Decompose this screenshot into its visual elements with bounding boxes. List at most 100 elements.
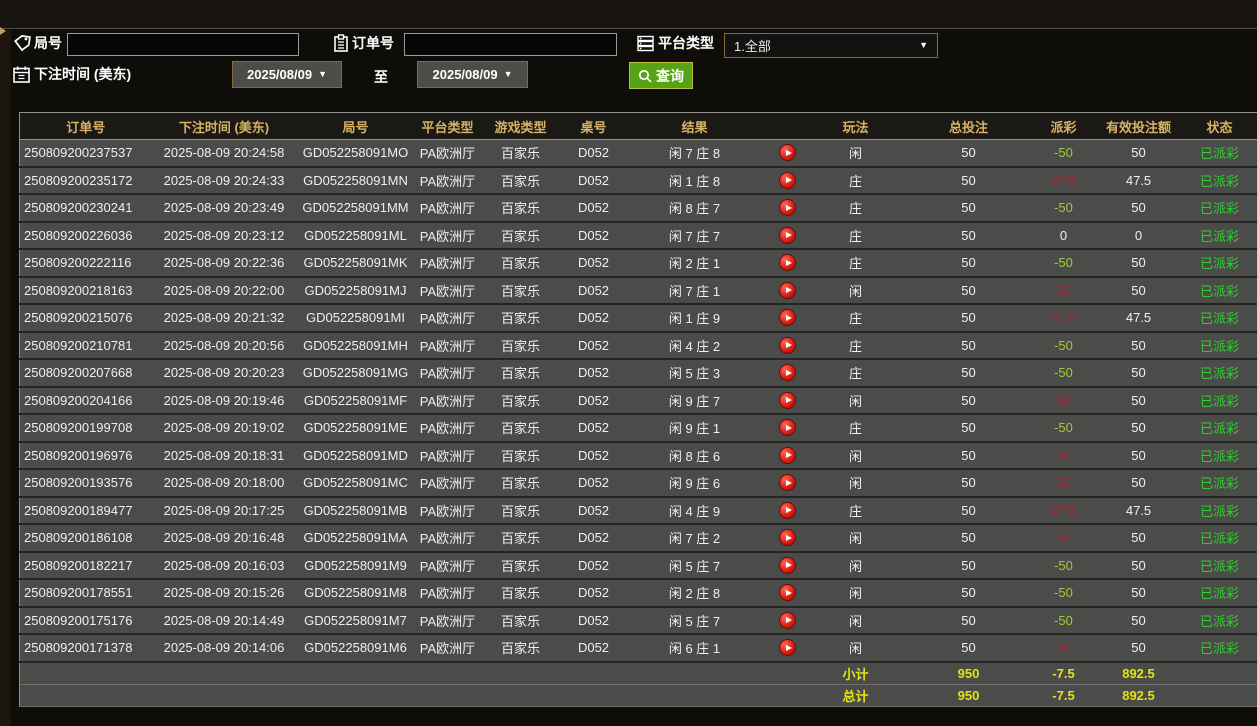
play-video-icon[interactable] xyxy=(780,145,795,161)
cell-status: 已派彩 xyxy=(1188,606,1251,635)
date-from-select[interactable]: 2025/08/09 ▼ xyxy=(232,61,342,88)
cell-valid: 47.5 xyxy=(1088,304,1189,333)
cell-order: 250809200235172 xyxy=(19,166,152,195)
order-filter-label: 订单号 xyxy=(352,35,394,51)
table-row: 250809200186108 2025-08-09 20:16:48 GD0522… xyxy=(19,524,1257,553)
cell-status: 已派彩 xyxy=(1188,331,1251,360)
chevron-down-icon: ▼ xyxy=(919,40,928,50)
cell-game: 百家乐 xyxy=(480,359,561,388)
table-row: 250809200175176 2025-08-09 20:14:49 GD0522… xyxy=(19,606,1257,635)
cell-total: 50 xyxy=(898,386,1039,415)
cell-extra xyxy=(1250,276,1257,305)
play-video-icon[interactable] xyxy=(780,200,795,216)
cell-valid: 50 xyxy=(1088,331,1189,360)
cell-valid: 50 xyxy=(1088,579,1189,608)
date-from-value: 2025/08/09 xyxy=(247,67,313,82)
cell-platform: PA欧洲厅 xyxy=(414,331,481,360)
cell-order: 250809200218163 xyxy=(19,276,152,305)
cell-table: D052 xyxy=(560,386,627,415)
table-row: 250809200193576 2025-08-09 20:18:00 GD0522… xyxy=(19,469,1257,498)
panel-collapse-arrow[interactable] xyxy=(0,23,6,39)
cell-platform: PA欧洲厅 xyxy=(414,414,481,443)
play-video-icon[interactable] xyxy=(780,227,795,243)
cell-valid: 50 xyxy=(1088,441,1189,470)
cell-bet: 庄 xyxy=(812,496,899,525)
cell-valid: 50 xyxy=(1088,249,1189,278)
cell-game: 百家乐 xyxy=(480,469,561,498)
cell-payout: -50 xyxy=(1038,249,1089,278)
cell-time: 2025-08-09 20:23:49 xyxy=(151,194,297,223)
play-video-icon[interactable] xyxy=(780,310,795,326)
cell-time: 2025-08-09 20:19:46 xyxy=(151,386,297,415)
cell-play xyxy=(762,634,813,663)
cell-game: 百家乐 xyxy=(480,249,561,278)
play-video-icon[interactable] xyxy=(780,172,795,188)
platform-select[interactable]: 1.全部 ▼ xyxy=(724,33,938,58)
cell-round: GD052258091MI xyxy=(296,304,415,333)
subtotal-valid-bet: 892.5 xyxy=(1088,661,1189,685)
subtotal-payout: -7.5 xyxy=(1038,661,1089,685)
table-row: 250809200230241 2025-08-09 20:23:49 GD0522… xyxy=(19,194,1257,223)
date-to-select[interactable]: 2025/08/09 ▼ xyxy=(417,61,528,88)
cell-valid: 50 xyxy=(1088,606,1189,635)
search-button[interactable]: 查询 xyxy=(629,62,693,89)
cell-table: D052 xyxy=(560,194,627,223)
cell-bet: 闲 xyxy=(812,441,899,470)
cell-game: 百家乐 xyxy=(480,166,561,195)
cell-platform: PA欧洲厅 xyxy=(414,634,481,663)
play-video-icon[interactable] xyxy=(780,530,795,546)
cell-platform: PA欧洲厅 xyxy=(414,359,481,388)
cell-result: 闲 2 庄 1 xyxy=(626,249,763,278)
cell-status: 已派彩 xyxy=(1188,579,1251,608)
cell-total: 50 xyxy=(898,249,1039,278)
cell-order: 250809200193576 xyxy=(19,469,152,498)
cell-platform: PA欧洲厅 xyxy=(414,524,481,553)
cell-result: 闲 5 庄 7 xyxy=(626,606,763,635)
cell-game: 百家乐 xyxy=(480,441,561,470)
cell-payout: 47.5 xyxy=(1038,304,1089,333)
cell-round: GD052258091M7 xyxy=(296,606,415,635)
play-video-icon[interactable] xyxy=(780,475,795,491)
play-video-icon[interactable] xyxy=(780,557,795,573)
cell-valid: 50 xyxy=(1088,524,1189,553)
cell-bet: 庄 xyxy=(812,194,899,223)
play-video-icon[interactable] xyxy=(780,502,795,518)
cell-extra xyxy=(1250,166,1257,195)
cell-table: D052 xyxy=(560,496,627,525)
cell-table: D052 xyxy=(560,139,627,168)
cell-game: 百家乐 xyxy=(480,579,561,608)
cell-game: 百家乐 xyxy=(480,551,561,580)
cell-extra xyxy=(1250,331,1257,360)
chevron-down-icon: ▼ xyxy=(503,69,513,79)
table-row: 250809200196976 2025-08-09 20:18:31 GD0522… xyxy=(19,441,1257,470)
cell-platform: PA欧洲厅 xyxy=(414,166,481,195)
cell-order: 250809200237537 xyxy=(19,139,152,168)
play-video-icon[interactable] xyxy=(780,640,795,656)
cell-valid: 50 xyxy=(1088,414,1189,443)
column-header: 状态 xyxy=(1188,112,1251,140)
play-video-icon[interactable] xyxy=(780,282,795,298)
play-video-icon[interactable] xyxy=(780,447,795,463)
round-input[interactable] xyxy=(67,33,299,56)
play-video-icon[interactable] xyxy=(780,392,795,408)
table-row: 250809200171378 2025-08-09 20:14:06 GD0522… xyxy=(19,634,1257,663)
cell-extra xyxy=(1250,249,1257,278)
cell-payout: 47.5 xyxy=(1038,496,1089,525)
play-video-icon[interactable] xyxy=(780,612,795,628)
play-video-icon[interactable] xyxy=(780,255,795,271)
cell-status: 已派彩 xyxy=(1188,524,1251,553)
play-video-icon[interactable] xyxy=(780,365,795,381)
play-video-icon[interactable] xyxy=(780,585,795,601)
subtotal-label: 小计 xyxy=(812,661,899,685)
cell-play xyxy=(762,441,813,470)
order-input[interactable] xyxy=(404,33,617,56)
cell-order: 250809200210781 xyxy=(19,331,152,360)
cell-bet: 闲 xyxy=(812,634,899,663)
play-video-icon[interactable] xyxy=(780,420,795,436)
cell-play xyxy=(762,331,813,360)
top-bar xyxy=(0,0,1257,29)
cell-extra xyxy=(1250,606,1257,635)
play-video-icon[interactable] xyxy=(780,337,795,353)
cell-order: 250809200199708 xyxy=(19,414,152,443)
cell-total: 50 xyxy=(898,551,1039,580)
